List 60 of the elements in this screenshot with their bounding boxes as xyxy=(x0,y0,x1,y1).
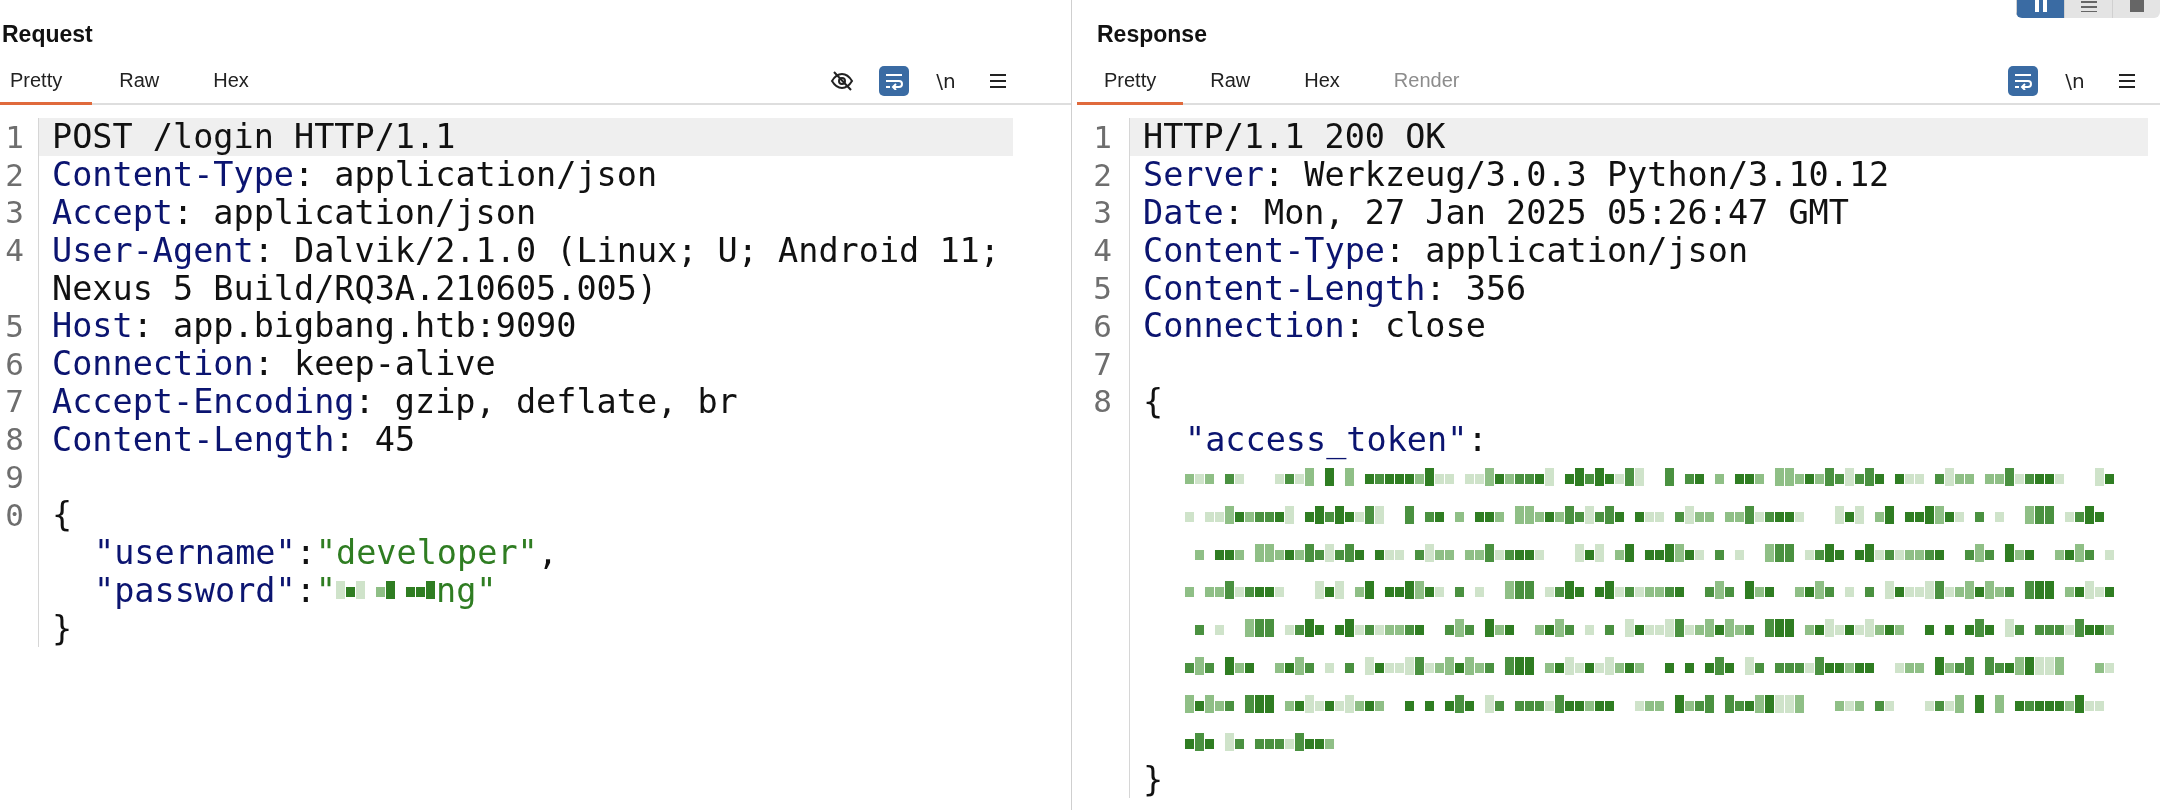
code-text: Date: Mon, 27 Jan 2025 05:26:47 GMT xyxy=(1143,193,1849,232)
code-text: } xyxy=(1143,759,1164,799)
line-number: 2 xyxy=(1092,156,1112,193)
line-number: 6 xyxy=(1092,307,1112,344)
layout-icon xyxy=(2080,0,2097,12)
menu-icon xyxy=(2117,72,2137,89)
tab[interactable]: Pretty xyxy=(0,58,93,105)
code-text: { xyxy=(1143,382,1164,421)
line-number: 0 xyxy=(4,496,24,533)
layout-icon xyxy=(2032,0,2049,12)
code-text: Server: Werkzeug/3.0.3 Python/3.10.12 xyxy=(1143,155,1890,195)
pane-title: Response xyxy=(1096,21,1207,49)
code-text: Content-Length: 45 xyxy=(52,419,416,459)
code-text: Host: app.bigbang.htb:9090 xyxy=(52,306,577,346)
menu-icon xyxy=(988,72,1008,89)
line-number: 5 xyxy=(4,307,24,344)
code-text: Accept: application/json xyxy=(52,193,537,232)
wrap-button[interactable] xyxy=(879,65,909,96)
wrap-icon xyxy=(2013,71,2033,90)
wrap-icon xyxy=(884,71,904,90)
pane-title: Request xyxy=(1,21,93,49)
line-number: 8 xyxy=(1092,383,1112,420)
code-text: ng" xyxy=(436,570,497,610)
layout-icon xyxy=(2128,0,2145,12)
line-number: 3 xyxy=(4,194,24,231)
wrap-button[interactable] xyxy=(2008,65,2038,96)
tab[interactable]: Hex xyxy=(186,58,276,105)
code-text: HTTP/1.1 200 OK xyxy=(1143,117,1446,157)
code-text: Content-Length: 356 xyxy=(1143,268,1527,308)
tab[interactable]: Raw xyxy=(92,58,187,105)
code-text: "password":" xyxy=(94,570,337,610)
code-text: Content-Type: application/json xyxy=(52,155,658,195)
code-text: } xyxy=(52,608,73,648)
newline-button[interactable]: \n xyxy=(931,65,961,96)
line-number: 1 xyxy=(1092,118,1112,155)
tab[interactable]: Raw xyxy=(1183,58,1278,105)
code-text: { xyxy=(52,495,73,535)
line-number: 4 xyxy=(1092,232,1112,269)
code-text: Connection: close xyxy=(1143,306,1486,346)
code-text: Accept-Encoding: gzip, deflate, br xyxy=(52,382,738,421)
line-number: 1 xyxy=(4,118,24,155)
tab[interactable]: Hex xyxy=(1277,58,1367,105)
newline-button[interactable]: \n xyxy=(2060,65,2090,96)
code-text: "access_token": xyxy=(1185,419,1488,459)
line-number: 7 xyxy=(1092,345,1112,382)
code-text: "username":"developer", xyxy=(94,533,558,573)
line-number: 6 xyxy=(4,345,24,382)
line-number: 3 xyxy=(1092,194,1112,231)
line-number: 7 xyxy=(4,383,24,420)
line-number: 2 xyxy=(4,156,24,193)
code-text: User-Agent: Dalvik/2.1.0 (Linux; U; Android 11; xyxy=(52,230,1000,270)
code-text: Connection: keep-alive xyxy=(52,344,496,384)
line-number: 8 xyxy=(4,421,24,458)
code-text: POST /login HTTP/1.1 xyxy=(52,117,456,157)
line-number: 4 xyxy=(4,232,24,269)
code-text: Nexus 5 Build/RQ3A.210605.005) xyxy=(52,268,658,308)
line-number: 9 xyxy=(4,459,24,496)
line-number: 5 xyxy=(1092,270,1112,307)
code-text: Content-Type: application/json xyxy=(1143,230,1749,270)
tab[interactable]: Pretty xyxy=(1077,58,1184,105)
